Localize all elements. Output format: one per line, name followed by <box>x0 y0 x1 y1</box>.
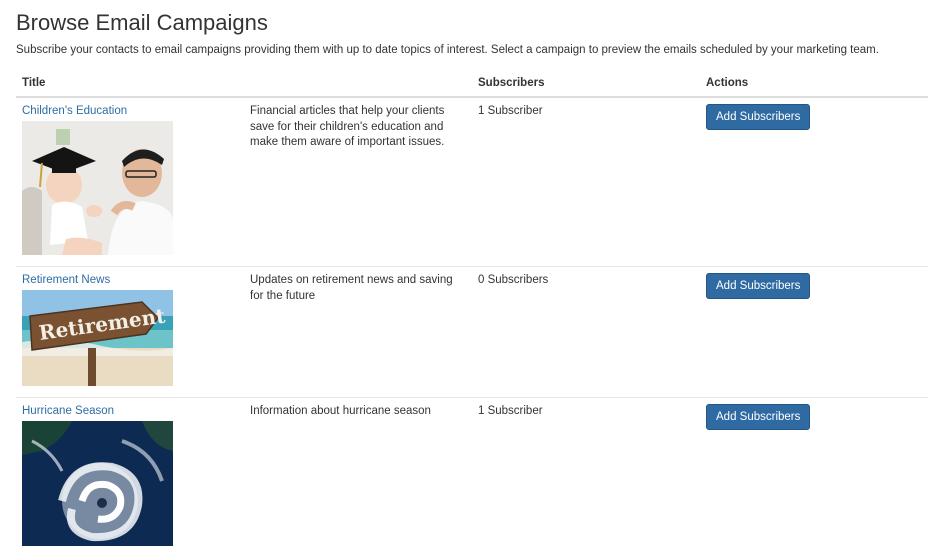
add-subscribers-button[interactable]: Add Subscribers <box>706 404 810 430</box>
subscribers-cell: 1 Subscriber <box>472 97 700 267</box>
title-cell: Hurricane Season <box>16 398 244 557</box>
table-header-row: Title Subscribers Actions <box>16 70 928 97</box>
title-cell: Retirement News Retirement <box>16 267 244 398</box>
add-subscribers-button[interactable]: Add Subscribers <box>706 104 810 130</box>
add-subscribers-button[interactable]: Add Subscribers <box>706 273 810 299</box>
hurricane-satellite-photo-icon[interactable] <box>22 421 173 552</box>
header-description <box>244 70 472 97</box>
actions-cell: Add Subscribers <box>700 97 928 267</box>
description-cell: Updates on retirement news and saving fo… <box>244 267 472 398</box>
table-row: Hurricane Season <box>16 398 928 557</box>
subscribers-cell: 1 Subscriber <box>472 398 700 557</box>
campaign-link-retirement-news[interactable]: Retirement News <box>22 273 238 289</box>
subscribers-cell: 0 Subscribers <box>472 267 700 398</box>
campaigns-table: Title Subscribers Actions Children's Edu… <box>16 70 928 557</box>
campaign-link-hurricane-season[interactable]: Hurricane Season <box>22 404 238 420</box>
graduation-photo-icon[interactable] <box>22 121 173 261</box>
actions-cell: Add Subscribers <box>700 267 928 398</box>
page: Browse Email Campaigns Subscribe your co… <box>0 0 941 535</box>
table-row: Retirement News Retirement <box>16 267 928 398</box>
retirement-sign-photo-icon[interactable]: Retirement <box>22 290 173 392</box>
description-cell: Information about hurricane season <box>244 398 472 557</box>
header-subscribers: Subscribers <box>472 70 700 97</box>
page-intro: Subscribe your contacts to email campaig… <box>16 44 879 56</box>
page-title: Browse Email Campaigns <box>16 10 268 36</box>
header-actions: Actions <box>700 70 928 97</box>
table-row: Children's Education <box>16 97 928 267</box>
actions-cell: Add Subscribers <box>700 398 928 557</box>
title-cell: Children's Education <box>16 97 244 267</box>
description-cell: Financial articles that help your client… <box>244 97 472 267</box>
campaign-link-childrens-education[interactable]: Children's Education <box>22 104 238 120</box>
header-title: Title <box>16 70 244 97</box>
